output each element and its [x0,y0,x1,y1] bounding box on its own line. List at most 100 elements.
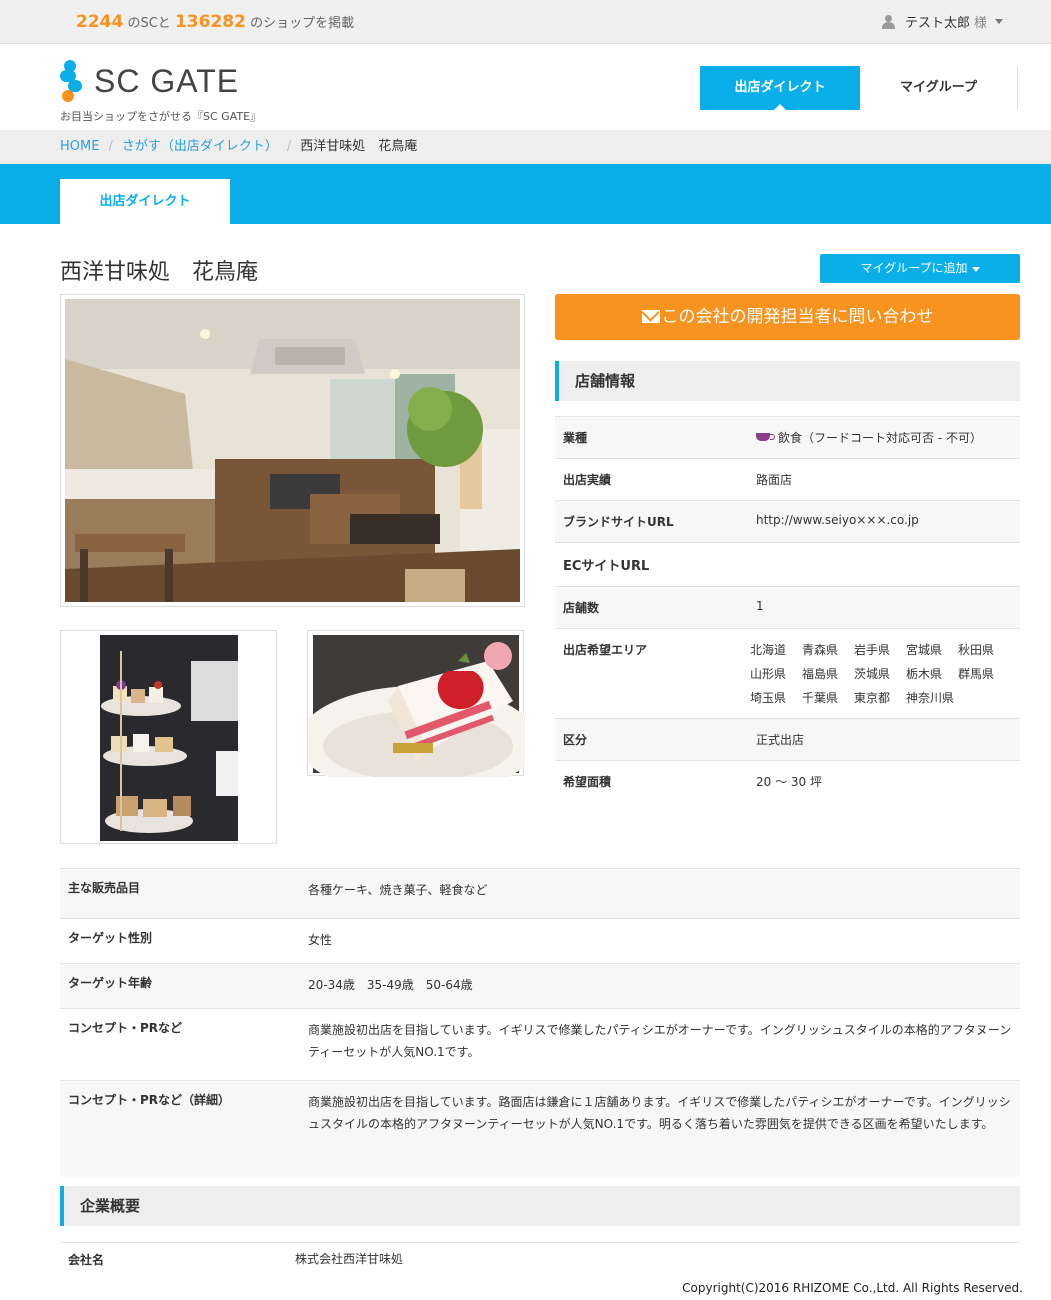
row-value: 1 [756,599,764,613]
row-value: 20 ～ 30 坪 [756,775,822,789]
chevron-down-icon [995,19,1003,24]
company-row: 会社名 株式会社西洋甘味処 [60,1242,1020,1272]
logo-mark-icon [60,60,84,102]
brand-site-url[interactable]: http://www.seiyo×××.co.jp [756,501,1020,542]
row-value: 北海道 青森県 岩手県 宮城県 秋田県 山形県 福島県 茨城県 栃木県 群馬県 … [750,629,1020,718]
row-value: 20-34歳 35-49歳 50-64歳 [308,978,473,992]
strawberry-cake-image [298,635,538,796]
area-item: 東京都 [854,691,891,705]
row-value: 正式出店 [756,733,805,747]
area-item: 山形県 [750,667,787,681]
user-honorific: 様 [973,16,987,31]
cafe-interior-image [65,299,520,602]
company-heading: 企業概要 [60,1186,1020,1226]
row-label: コンセプト・PRなど（詳細） [68,1093,231,1107]
strawberry-cake-photo[interactable] [298,630,538,796]
add-to-mygroup-label: マイグループに追加 [860,261,968,275]
area-item: 北海道 [750,643,787,657]
table-row: 出店実績 路面店 [555,459,1020,501]
company-name-label: 会社名 [68,1253,105,1267]
site-header: SC GATE お目当ショップをさがせる『SC GATE』 出店ダイレクト マイ… [0,44,1051,130]
add-to-mygroup-button[interactable]: マイグループに追加 [820,254,1020,283]
copyright: Copyright(C)2016 RHIZOME Co.,Ltd. All Ri… [682,1281,1023,1295]
area-item: 秋田県 [958,643,995,657]
user-menu[interactable]: テスト太郎 様 [881,12,1003,31]
table-row: コンセプト・PRなど（詳細） 商業施設初出店を目指しています。路面店は鎌倉に１店… [60,1081,1020,1177]
row-label: 出店希望エリア [563,643,648,657]
area-item: 茨城県 [854,667,891,681]
row-label: コンセプト・PRなど [68,1021,183,1035]
user-icon [881,14,897,29]
section-band: 出店ダイレクト [0,164,1051,224]
sc-count: 2244 [76,12,124,32]
logo-text: SC GATE [94,62,240,99]
row-label: 業種 [563,431,588,445]
table-row: 区分 正式出店 [555,719,1020,761]
table-row: 出店希望エリア 北海道 青森県 岩手県 宮城県 秋田県 山形県 福島県 茨城県 … [555,629,1020,719]
area-item: 福島県 [802,667,839,681]
row-value: 商業施設初出店を目指しています。路面店は鎌倉に１店舗あります。イギリスで修業した… [308,1095,1011,1131]
row-label: 店舗数 [563,601,600,615]
sc-count-suffix: のSCと [127,16,171,31]
row-label: 希望面積 [563,775,612,789]
shop-count: 136282 [174,12,246,32]
cup-icon [756,433,775,441]
nav-tab-mygroup[interactable]: マイグループ [860,66,1018,110]
area-item: 栃木県 [906,667,943,681]
row-label: 区分 [563,733,588,747]
row-label: 主な販売品目 [68,881,141,895]
industry-value: 飲食（フードコート対応可否 - 不可） [778,431,982,445]
contact-developer-button[interactable]: この会社の開発担当者に問い合わせ [555,294,1020,340]
contact-developer-label: この会社の開発担当者に問い合わせ [661,307,934,327]
breadcrumb-separator: / [108,139,113,154]
breadcrumb-search[interactable]: さがす（出店ダイレクト） [122,139,278,154]
logo[interactable]: SC GATE [60,60,239,102]
row-value: 女性 [308,933,333,947]
page-title: 西洋甘味処 花鳥庵 [60,260,259,285]
breadcrumb: HOME / さがす（出店ダイレクト） / 西洋甘味処 花鳥庵 [0,130,1051,164]
ec-site-url [756,543,1020,586]
table-row: 店舗数 1 [555,587,1020,629]
area-item: 神奈川県 [906,691,955,705]
top-bar: 2244 のSCと 136282 のショップを掲載 テスト太郎 様 [0,0,1051,44]
table-row: コンセプト・PRなど 商業施設初出店を目指しています。イギリスで修業したパティシ… [60,1009,1020,1081]
row-value: 路面店 [756,473,793,487]
chevron-down-icon [971,267,980,272]
table-row: ECサイトURL [555,543,1020,587]
row-value: 飲食（フードコート対応可否 - 不可） [756,417,1020,458]
row-label: ブランドサイトURL [563,515,674,529]
table-row: 業種 飲食（フードコート対応可否 - 不可） [555,417,1020,459]
row-value: 各種ケーキ、焼き菓子、軽食など [308,883,488,897]
table-row: ターゲット性別 女性 [60,919,1020,964]
area-list: 北海道 青森県 岩手県 宮城県 秋田県 山形県 福島県 茨城県 栃木県 群馬県 … [750,641,1020,706]
row-value: 商業施設初出店を目指しています。イギリスで修業したパティシエがオーナーです。イン… [308,1023,1012,1059]
envelope-icon [641,310,660,323]
area-item: 青森県 [802,643,839,657]
afternoon-tea-photo[interactable] [60,630,277,844]
company-name-value: 株式会社西洋甘味処 [295,1252,404,1266]
afternoon-tea-image [100,635,238,841]
table-row: 希望面積 20 ～ 30 坪 [555,761,1020,802]
tab-direct[interactable]: 出店ダイレクト [60,179,230,224]
breadcrumb-separator: / [286,139,292,154]
details-table: 主な販売品目 各種ケーキ、焼き菓子、軽食など ターゲット性別 女性 ターゲット年… [60,868,1020,1177]
area-item: 岩手県 [854,643,891,657]
table-row: 主な販売品目 各種ケーキ、焼き菓子、軽食など [60,869,1020,919]
row-label: ターゲット性別 [68,931,153,945]
store-info-heading: 店舗情報 [555,361,1020,401]
area-item: 群馬県 [958,667,995,681]
nav-tab-direct[interactable]: 出店ダイレクト [700,66,860,110]
row-label: ターゲット年齢 [68,976,153,990]
table-row: ターゲット年齢 20-34歳 35-49歳 50-64歳 [60,964,1020,1009]
row-label: 出店実績 [563,473,612,487]
store-info-table: 業種 飲食（フードコート対応可否 - 不可） 出店実績 路面店 ブランドサイトU… [555,416,1020,802]
area-item: 千葉県 [802,691,839,705]
main-photo[interactable] [60,294,525,607]
area-item: 埼玉県 [750,691,787,705]
breadcrumb-home[interactable]: HOME [60,139,99,154]
table-row: ブランドサイトURL http://www.seiyo×××.co.jp [555,501,1020,543]
tagline: お目当ショップをさがせる『SC GATE』 [60,110,262,123]
user-name: テスト太郎 [904,16,970,31]
area-item: 宮城県 [906,643,943,657]
shop-count-suffix: のショップを掲載 [250,16,355,31]
